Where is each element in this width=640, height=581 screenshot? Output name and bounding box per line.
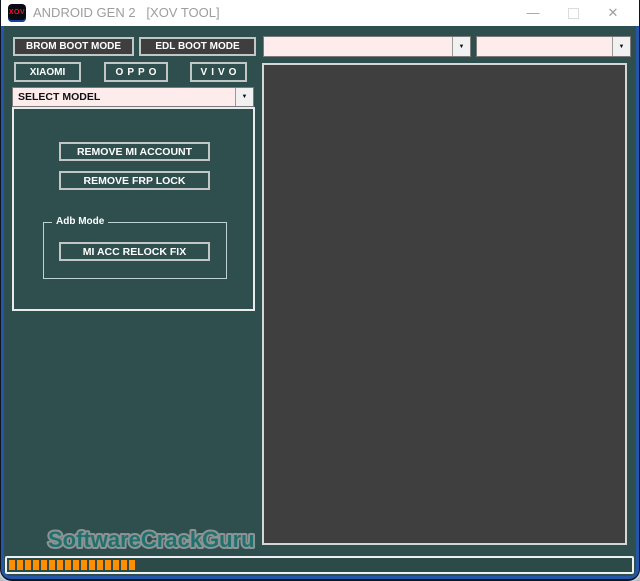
progress-segment xyxy=(65,560,71,570)
window-title: ANDROID GEN 2 [XOV TOOL] xyxy=(33,5,220,20)
adb-mode-group: Adb Mode MI ACC RELOCK FIX xyxy=(43,216,227,279)
dropdown-arrow-icon[interactable]: ▼ xyxy=(612,37,630,56)
mi-acc-relock-fix-button[interactable]: MI ACC RELOCK FIX xyxy=(59,242,210,261)
log-output-panel[interactable] xyxy=(262,63,627,545)
progress-segment xyxy=(57,560,63,570)
progress-segment xyxy=(41,560,47,570)
progress-segment xyxy=(33,560,39,570)
progress-segment xyxy=(49,560,55,570)
remove-mi-account-button[interactable]: REMOVE MI ACCOUNT xyxy=(59,142,210,161)
tab-vivo[interactable]: VIVO xyxy=(190,62,247,82)
connection-combobox[interactable]: ▼ xyxy=(476,36,631,57)
progress-segment xyxy=(129,560,135,570)
port-combobox[interactable]: ▼ xyxy=(263,36,471,57)
watermark: SoftwareCrackGuru xyxy=(46,525,257,554)
progress-segment xyxy=(113,560,119,570)
edl-boot-mode-button[interactable]: EDL BOOT MODE xyxy=(139,37,256,56)
dropdown-arrow-icon[interactable]: ▼ xyxy=(235,88,253,106)
watermark-text: SoftwareCrackGuru xyxy=(48,527,255,552)
maximize-button[interactable] xyxy=(556,0,590,26)
progress-segment xyxy=(105,560,111,570)
brom-boot-mode-button[interactable]: BROM BOOT MODE xyxy=(13,37,134,56)
tab-oppo[interactable]: OPPO xyxy=(104,62,168,82)
close-button[interactable]: ✕ xyxy=(596,0,630,26)
tab-xiaomi[interactable]: XIAOMI xyxy=(14,62,81,82)
maximize-icon xyxy=(567,8,579,20)
remove-frp-lock-button[interactable]: REMOVE FRP LOCK xyxy=(59,171,210,190)
xiaomi-actions-panel: REMOVE MI ACCOUNT REMOVE FRP LOCK Adb Mo… xyxy=(12,107,255,311)
progress-segment xyxy=(25,560,31,570)
progress-bar xyxy=(5,556,634,574)
minimize-button[interactable]: — xyxy=(516,0,550,26)
adb-mode-group-label: Adb Mode xyxy=(52,216,109,227)
progress-segment xyxy=(17,560,23,570)
app-window: XOV ANDROID GEN 2 [XOV TOOL] — ✕ BROM BO… xyxy=(0,0,640,581)
progress-segment xyxy=(73,560,79,570)
select-model-combobox[interactable]: SELECT MODEL ▼ xyxy=(12,87,254,107)
progress-segment xyxy=(121,560,127,570)
progress-segment xyxy=(81,560,87,570)
select-model-value: SELECT MODEL xyxy=(18,91,101,103)
dropdown-arrow-icon[interactable]: ▼ xyxy=(452,37,470,56)
title-bar: XOV ANDROID GEN 2 [XOV TOOL] — ✕ xyxy=(1,0,639,26)
app-icon: XOV xyxy=(8,4,26,22)
progress-segment xyxy=(89,560,95,570)
progress-segment xyxy=(9,560,15,570)
progress-segment xyxy=(97,560,103,570)
